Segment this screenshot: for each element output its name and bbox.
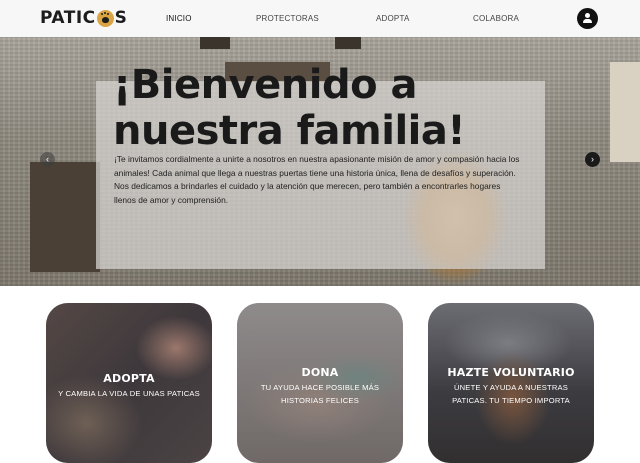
hero-description: ¡Te invitamos cordialmente a unirte a no… xyxy=(114,154,520,205)
card-subtitle: ÚNETE Y AYUDA A NUESTRAS PATICAS. TU TIE… xyxy=(452,383,570,405)
navbar: PATIC S INICIO PROTECTORAS ADOPTA COLABO… xyxy=(0,0,640,37)
card-subtitle: TU AYUDA HACE POSIBLE MÁS HISTORIAS FELI… xyxy=(260,383,380,405)
card-adopta[interactable]: ADOPTA Y CAMBIA LA VIDA DE UNAS PATICAS xyxy=(46,303,212,463)
hero-title: ¡Bienvenido a nuestra familia! xyxy=(113,62,543,154)
hero-title-line1: ¡Bienvenido a xyxy=(113,62,417,108)
card-dona[interactable]: DONA TU AYUDA HACE POSIBLE MÁS HISTORIAS… xyxy=(237,303,403,463)
carousel-next-button[interactable]: › xyxy=(585,152,600,167)
card-title: ADOPTA xyxy=(103,372,155,385)
user-account-button[interactable] xyxy=(577,8,598,29)
logo[interactable]: PATIC S xyxy=(40,7,127,29)
wall-opening xyxy=(30,162,100,272)
nav-link-adopta[interactable]: ADOPTA xyxy=(376,14,410,23)
nav-link-colabora[interactable]: COLABORA xyxy=(473,14,519,23)
user-icon xyxy=(585,13,590,18)
wall-opening xyxy=(200,37,230,49)
card-title: DONA xyxy=(301,366,339,379)
hero-title-line2: nuestra familia! xyxy=(113,108,466,154)
carousel-prev-button[interactable]: ‹ xyxy=(40,152,55,167)
nav-link-protectoras[interactable]: PROTECTORAS xyxy=(256,14,319,23)
user-icon-body xyxy=(583,19,592,23)
paw-icon xyxy=(96,9,114,27)
logo-text-left: PATIC xyxy=(40,8,96,28)
card-subtitle: Y CAMBIA LA VIDA DE UNAS PATICAS xyxy=(58,389,200,398)
wall-opening xyxy=(610,62,640,162)
logo-text-right: S xyxy=(114,8,128,28)
nav-link-inicio[interactable]: INICIO xyxy=(166,14,192,23)
card-title: HAZTE VOLUNTARIO xyxy=(447,366,575,379)
wall-opening xyxy=(335,37,361,49)
card-voluntario[interactable]: HAZTE VOLUNTARIO ÚNETE Y AYUDA A NUESTRA… xyxy=(428,303,594,463)
